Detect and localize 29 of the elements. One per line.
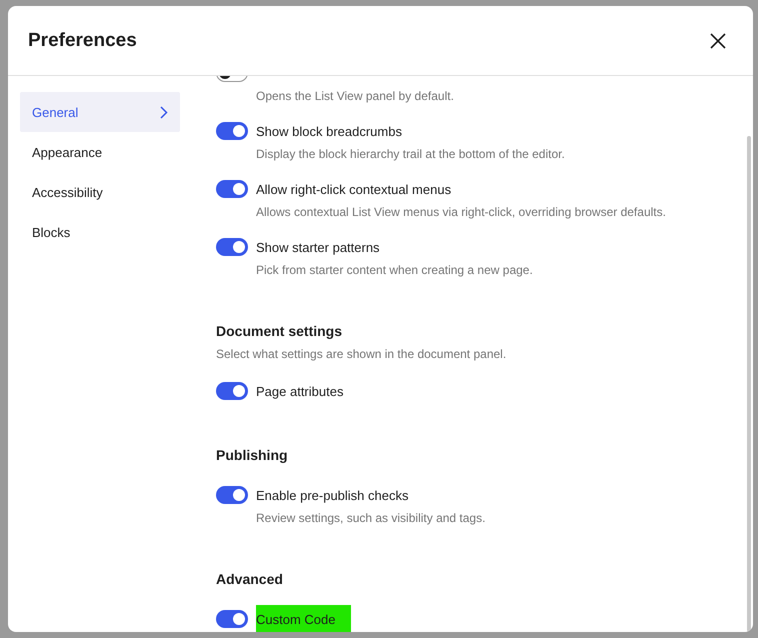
option-description: Pick from starter content when creating a new page.	[256, 263, 534, 277]
option-description: Allows contextual List View menus via right-click, overriding browser defaults.	[256, 205, 667, 219]
option-label: Show block breadcrumbs	[256, 122, 403, 140]
scrollbar-thumb[interactable]	[747, 136, 751, 632]
sidebar-item[interactable]: Accessibility	[20, 172, 180, 212]
option-label: Page attributes	[256, 382, 344, 401]
option-label: Custom Code	[256, 604, 352, 632]
dialog-title: Preferences	[28, 30, 137, 52]
section-heading: Advanced	[216, 571, 284, 587]
close-icon	[709, 32, 727, 50]
toggle-switch[interactable]	[216, 122, 248, 140]
chevron-icon	[160, 106, 168, 118]
toggle-switch[interactable]	[216, 238, 248, 256]
toggle-switch[interactable]	[216, 610, 248, 628]
option-description: Review settings, such as visibility and tags.	[256, 511, 486, 525]
option-label: Enable pre-publish checks	[256, 486, 410, 505]
section-heading: Document settings	[216, 323, 344, 339]
sidebar-item[interactable]: Appearance	[20, 132, 180, 172]
option-description: Display the block hierarchy trail at the bottom of the editor.	[256, 147, 566, 161]
option-label: Allow right-click contextual menus	[256, 180, 452, 199]
option-label: Show starter patterns	[256, 238, 381, 257]
toggle-switch[interactable]	[216, 382, 248, 400]
sidebar-item[interactable]: Blocks	[20, 212, 180, 252]
section-description: Select what settings are shown in the document panel.	[216, 347, 508, 361]
toggle-switch[interactable]	[216, 486, 248, 504]
option-description: Opens the List View panel by default.	[256, 89, 455, 103]
toggle-switch[interactable]	[216, 180, 248, 198]
sidebar-item[interactable]: General	[20, 92, 180, 132]
section-heading: Publishing	[216, 447, 289, 463]
